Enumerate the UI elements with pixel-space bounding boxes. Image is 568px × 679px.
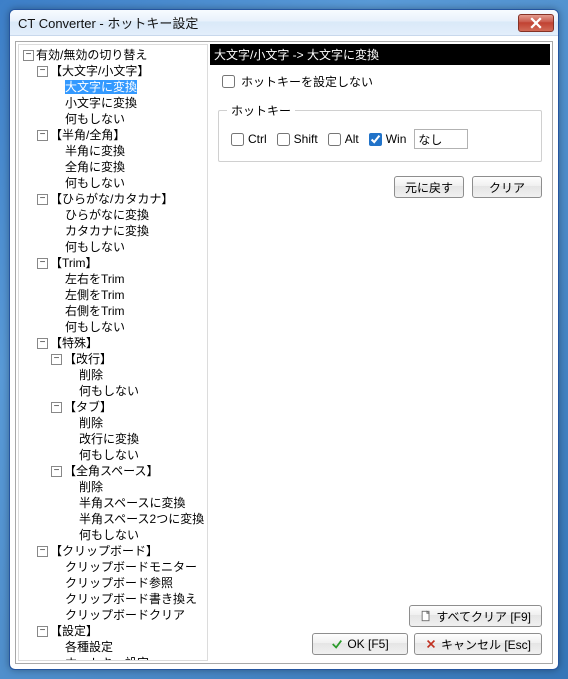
tree-item[interactable]: ホットキー設定 (21, 655, 205, 661)
tree-group[interactable]: −【半角/全角】 (21, 127, 205, 143)
collapse-icon[interactable]: − (37, 194, 48, 205)
tree-group[interactable]: −【特殊】 (21, 335, 205, 351)
tree-item[interactable]: 削除 (21, 479, 205, 495)
hotkey-fieldset: ホットキー Ctrl Shift Alt Win (218, 102, 542, 162)
tree-group[interactable]: −【Trim】 (21, 255, 205, 271)
tree-item-selected[interactable]: 大文字に変換 (21, 79, 205, 95)
no-hotkey-label: ホットキーを設定しない (241, 73, 373, 90)
tree-item[interactable]: 何もしない (21, 239, 205, 255)
tree-item[interactable]: ひらがなに変換 (21, 207, 205, 223)
ctrl-mod[interactable]: Ctrl (227, 132, 267, 146)
collapse-icon[interactable]: − (37, 546, 48, 557)
alt-mod[interactable]: Alt (324, 132, 359, 146)
tree-item[interactable]: 全角に変換 (21, 159, 205, 175)
tree-item[interactable]: 半角スペース2つに変換 (21, 511, 205, 527)
shift-mod[interactable]: Shift (273, 132, 318, 146)
fieldset-legend: ホットキー (227, 102, 295, 119)
detail-header: 大文字/小文字 -> 大文字に変換 (210, 44, 550, 65)
tree-subgroup[interactable]: −【改行】 (21, 351, 205, 367)
tree-item[interactable]: クリップボード参照 (21, 575, 205, 591)
clear-all-button[interactable]: すべてクリア [F9] (409, 605, 542, 627)
check-icon (331, 638, 343, 650)
tree-item[interactable]: 何もしない (21, 319, 205, 335)
tree-item[interactable]: 何もしない (21, 527, 205, 543)
ctrl-checkbox[interactable] (231, 133, 244, 146)
no-hotkey-checkbox[interactable] (222, 75, 235, 88)
tree-item[interactable]: 左右をTrim (21, 271, 205, 287)
cross-icon (425, 638, 437, 650)
client-area: −有効/無効の切り替え −【大文字/小文字】 大文字に変換 小文字に変換 何もし… (15, 41, 553, 664)
tree-group[interactable]: −【クリップボード】 (21, 543, 205, 559)
alt-checkbox[interactable] (328, 133, 341, 146)
key-input[interactable] (414, 129, 468, 149)
tree-subgroup[interactable]: −【タブ】 (21, 399, 205, 415)
tree-item[interactable]: クリップボードクリア (21, 607, 205, 623)
ok-button[interactable]: OK [F5] (312, 633, 408, 655)
document-icon (420, 610, 432, 622)
tree-view[interactable]: −有効/無効の切り替え −【大文字/小文字】 大文字に変換 小文字に変換 何もし… (18, 44, 208, 661)
settings-window: CT Converter - ホットキー設定 −有効/無効の切り替え −【大文字… (9, 9, 559, 670)
tree-group[interactable]: −【ひらがな/カタカナ】 (21, 191, 205, 207)
tree-item[interactable]: 半角に変換 (21, 143, 205, 159)
tree-group[interactable]: −【設定】 (21, 623, 205, 639)
tree-group[interactable]: −【大文字/小文字】 (21, 63, 205, 79)
shift-checkbox[interactable] (277, 133, 290, 146)
revert-button[interactable]: 元に戻す (394, 176, 464, 198)
collapse-icon[interactable]: − (51, 466, 62, 477)
window-title: CT Converter - ホットキー設定 (18, 13, 518, 32)
tree-item[interactable]: クリップボードモニター (21, 559, 205, 575)
collapse-icon[interactable]: − (37, 338, 48, 349)
tree-item[interactable]: 削除 (21, 415, 205, 431)
tree-root-toggle[interactable]: −有効/無効の切り替え (21, 47, 205, 63)
cancel-button[interactable]: キャンセル [Esc] (414, 633, 542, 655)
detail-panel: 大文字/小文字 -> 大文字に変換 ホットキーを設定しない ホットキー Ctrl… (210, 44, 550, 661)
collapse-icon[interactable]: − (23, 50, 34, 61)
tree-item[interactable]: 何もしない (21, 175, 205, 191)
close-button[interactable] (518, 14, 554, 32)
win-mod[interactable]: Win (365, 132, 407, 146)
tree-item[interactable]: 何もしない (21, 383, 205, 399)
tree-item[interactable]: クリップボード書き換え (21, 591, 205, 607)
tree-item[interactable]: 何もしない (21, 447, 205, 463)
tree-subgroup[interactable]: −【全角スペース】 (21, 463, 205, 479)
collapse-icon[interactable]: − (51, 354, 62, 365)
tree-item[interactable]: 小文字に変換 (21, 95, 205, 111)
tree-item[interactable]: 改行に変換 (21, 431, 205, 447)
collapse-icon[interactable]: − (37, 130, 48, 141)
collapse-icon[interactable]: − (37, 66, 48, 77)
tree-item[interactable]: 半角スペースに変換 (21, 495, 205, 511)
tree-item[interactable]: 左側をTrim (21, 287, 205, 303)
tree-item[interactable]: カタカナに変換 (21, 223, 205, 239)
clear-button[interactable]: クリア (472, 176, 542, 198)
tree-item[interactable]: 削除 (21, 367, 205, 383)
collapse-icon[interactable]: − (51, 402, 62, 413)
collapse-icon[interactable]: − (37, 626, 48, 637)
tree-item[interactable]: 右側をTrim (21, 303, 205, 319)
win-checkbox[interactable] (369, 133, 382, 146)
collapse-icon[interactable]: − (37, 258, 48, 269)
tree-item[interactable]: 何もしない (21, 111, 205, 127)
tree-item[interactable]: 各種設定 (21, 639, 205, 655)
title-bar[interactable]: CT Converter - ホットキー設定 (10, 10, 558, 36)
